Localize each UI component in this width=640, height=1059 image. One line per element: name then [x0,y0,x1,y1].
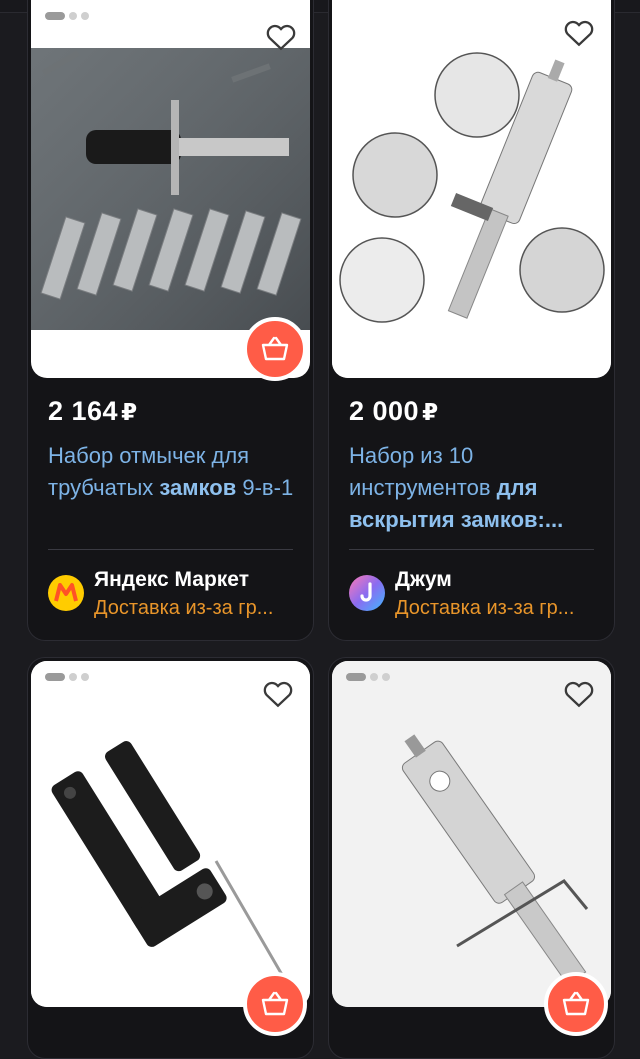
image-pager-dots [45,12,89,20]
product-card[interactable] [27,657,314,1059]
divider [349,549,594,550]
heart-outline-icon[interactable] [561,14,597,50]
product-title-link[interactable]: Набор отмычек для трубчатых замков 9-в-1 [48,440,298,504]
delivery-info: Доставка из-за гр... [395,597,575,619]
heart-outline-icon[interactable] [260,675,296,711]
seller-info[interactable]: Джум Доставка из-за гр... [349,566,609,622]
image-pager-dots [346,673,390,681]
price: 2 164 ₽ [48,396,138,426]
add-to-cart-button[interactable] [544,972,608,1036]
seller-info[interactable]: Яндекс Маркет Доставка из-за гр... [48,566,308,622]
seller-name: Яндекс Маркет [94,568,249,591]
product-image[interactable] [332,661,611,1007]
add-to-cart-button[interactable] [243,317,307,381]
heart-outline-icon[interactable] [561,675,597,711]
joom-logo-icon [349,575,385,611]
delivery-info: Доставка из-за гр... [94,597,274,619]
shopping-basket-icon [260,991,290,1017]
product-card[interactable] [328,657,615,1059]
yandex-market-logo-icon [48,575,84,611]
product-card[interactable]: 2 164 ₽ Набор отмычек для трубчатых замко… [27,0,314,641]
heart-outline-icon[interactable] [263,18,299,54]
shopping-basket-icon [260,336,290,362]
add-to-cart-button[interactable] [243,972,307,1036]
price: 2 000 ₽ [349,396,439,426]
product-image[interactable] [31,661,310,1007]
product-card[interactable]: 2 000 ₽ Набор из 10 инструментов для вскр… [328,0,615,641]
seller-name: Джум [395,568,452,591]
shopping-basket-icon [561,991,591,1017]
product-title-link[interactable]: Набор из 10 инструментов для вскрытия за… [349,440,599,536]
divider [48,549,293,550]
image-pager-dots [45,673,89,681]
product-image[interactable] [332,0,611,378]
